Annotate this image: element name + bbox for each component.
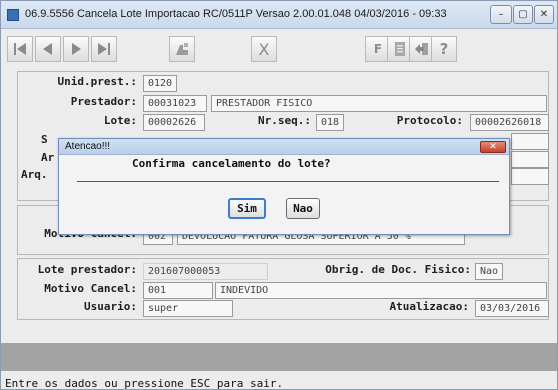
lote-prestador-field[interactable]: 201607000053: [143, 263, 268, 280]
filter-icon: F: [373, 42, 383, 56]
maximize-button[interactable]: ▢: [513, 5, 533, 24]
unid-prest-field[interactable]: 0120: [143, 75, 177, 92]
dialog-title: Atencao!!!: [65, 141, 111, 152]
obrig-doc-fisico-field[interactable]: Nao: [475, 263, 503, 280]
last-record-button[interactable]: [91, 36, 117, 62]
no-button[interactable]: Nao: [286, 198, 320, 219]
maximize-icon: ▢: [518, 9, 528, 20]
motivo-cancel-label-2: Motivo Cancel:: [44, 282, 137, 295]
minimize-icon: –: [498, 9, 504, 20]
lote-label: Lote:: [103, 114, 137, 127]
close-icon: ✕: [539, 9, 549, 20]
minimize-button[interactable]: –: [490, 5, 512, 24]
go-to-button[interactable]: [169, 36, 195, 62]
go-to-icon: [176, 43, 188, 55]
cancel-icon: X: [258, 39, 270, 59]
dialog-message: Confirma cancelamento do lote?: [132, 157, 331, 170]
row4-label: S: [41, 133, 48, 146]
first-record-button[interactable]: [7, 36, 33, 62]
confirm-dialog: Atencao!!! ✕ Confirma cancelamento do lo…: [58, 138, 510, 235]
notes-icon: [395, 42, 405, 56]
close-button[interactable]: ✕: [534, 5, 554, 24]
row4-field[interactable]: [511, 133, 549, 150]
previous-record-button[interactable]: [35, 36, 61, 62]
window-title: 06.9.5556 Cancela Lote Importacao RC/051…: [25, 8, 447, 20]
previous-record-icon: [43, 43, 52, 55]
usuario-label: Usuario:: [84, 300, 137, 313]
dialog-title-bar[interactable]: Atencao!!! ✕: [59, 139, 509, 155]
toolbar: X F ?: [1, 30, 557, 66]
atualizacao-label: Atualizacao:: [389, 300, 469, 313]
motivo-cancel-code-field-2[interactable]: 001: [143, 282, 213, 299]
lote-prestador-label: Lote prestador:: [37, 263, 137, 276]
dialog-close-button[interactable]: ✕: [480, 141, 506, 153]
exit-icon: [415, 43, 428, 55]
motivo-cancel-desc-field-2[interactable]: INDEVIDO: [215, 282, 547, 299]
atualizacao-field[interactable]: 03/03/2016: [475, 300, 549, 317]
status-message: Entre os dados ou pressione ESC para sai…: [5, 377, 284, 390]
close-icon: ✕: [489, 142, 497, 152]
protocolo-field[interactable]: 00002626018: [470, 114, 549, 131]
prestador-label: Prestador:: [70, 95, 137, 108]
help-icon: ?: [439, 40, 449, 58]
unid-prest-label: Unid.prest.:: [57, 75, 137, 88]
main-window: 06.9.5556 Cancela Lote Importacao RC/051…: [0, 0, 558, 390]
protocolo-label: Protocolo:: [396, 114, 463, 127]
next-record-button[interactable]: [63, 36, 89, 62]
help-button[interactable]: ?: [431, 36, 457, 62]
lote-field[interactable]: 00002626: [143, 114, 205, 131]
cancel-toolbar-button[interactable]: X: [251, 36, 277, 62]
prestador-name-field[interactable]: PRESTADOR FISICO: [211, 95, 547, 112]
nr-seq-label: Nr.seq.:: [258, 114, 311, 127]
row5-field[interactable]: [511, 151, 549, 168]
row6-label: Arq.: [21, 168, 48, 181]
nr-seq-field[interactable]: 018: [316, 114, 344, 131]
prestador-code-field[interactable]: 00031023: [143, 95, 207, 112]
usuario-field[interactable]: super: [143, 300, 233, 317]
next-record-icon: [72, 43, 81, 55]
obrig-doc-fisico-label: Obrig. de Doc. Fisico:: [325, 263, 471, 276]
row6-field[interactable]: [511, 168, 549, 185]
last-record-icon: [98, 43, 110, 55]
app-icon: [7, 9, 19, 21]
first-record-icon: [14, 43, 26, 55]
yes-button[interactable]: Sim: [228, 198, 266, 219]
title-bar[interactable]: 06.9.5556 Cancela Lote Importacao RC/051…: [1, 1, 557, 29]
status-band: [1, 343, 557, 371]
dialog-divider: [77, 181, 499, 182]
